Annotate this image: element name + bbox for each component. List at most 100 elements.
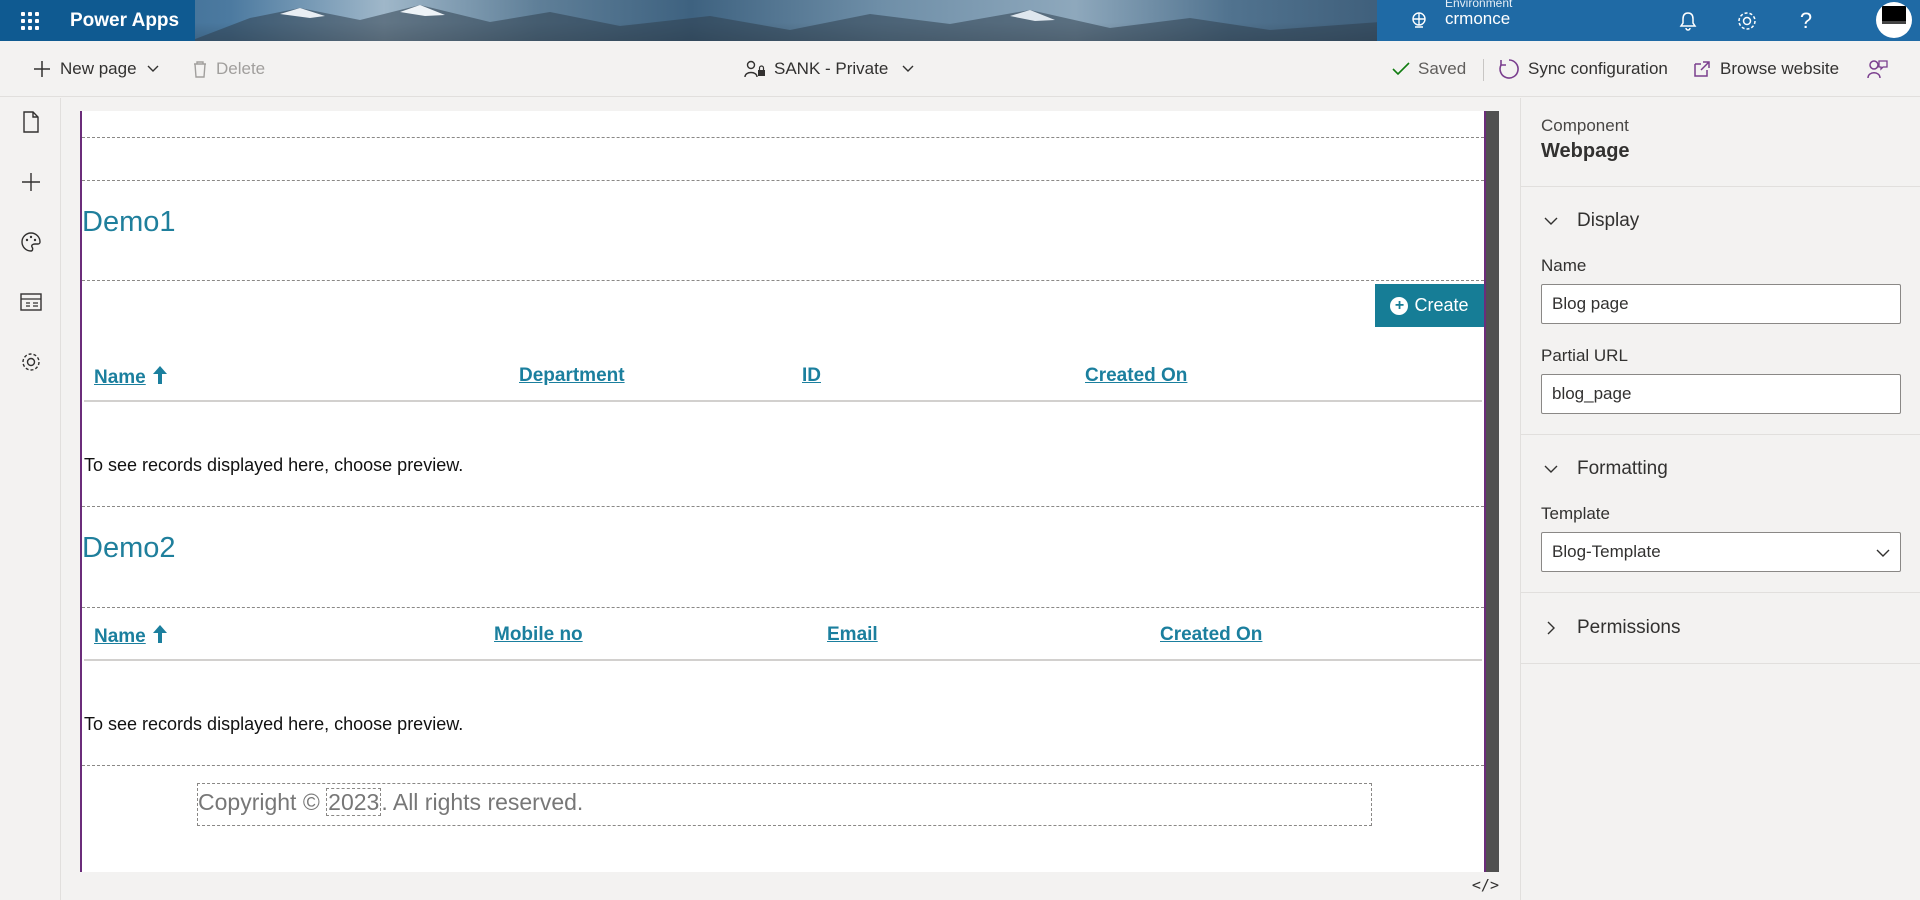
column-header-id[interactable]: ID xyxy=(802,365,821,387)
panel-separator xyxy=(1521,186,1920,187)
column-header-name[interactable]: Name xyxy=(94,624,168,650)
permissions-section-label: Permissions xyxy=(1577,617,1681,638)
new-page-button[interactable]: New page xyxy=(32,41,167,97)
environment-icon[interactable] xyxy=(1407,0,1431,41)
section-divider xyxy=(82,607,1484,608)
chevron-right-icon xyxy=(1541,621,1561,635)
name-field[interactable] xyxy=(1541,284,1901,324)
formatting-section-toggle[interactable]: Formatting xyxy=(1541,454,1668,484)
palette-icon[interactable] xyxy=(0,218,61,266)
partial-url-field[interactable] xyxy=(1541,374,1901,414)
site-visibility-dropdown[interactable]: SANK - Private xyxy=(744,41,922,97)
canvas-status-bar: </> xyxy=(62,872,1519,900)
template-label: Template xyxy=(1541,504,1610,523)
mountain-banner-image xyxy=(190,5,1380,41)
component-name: Webpage xyxy=(1541,140,1630,162)
plus-icon: + xyxy=(1390,296,1409,315)
check-icon xyxy=(1392,62,1410,76)
section-title-demo2[interactable]: Demo2 xyxy=(82,532,176,565)
sync-icon xyxy=(1498,58,1520,80)
chevron-down-icon xyxy=(1876,545,1890,563)
plus-icon xyxy=(32,59,52,79)
sort-up-icon xyxy=(152,624,168,650)
chevron-down-icon xyxy=(1541,217,1561,226)
left-rail xyxy=(0,98,61,900)
feedback-button[interactable] xyxy=(1866,41,1896,97)
column-header-created-on[interactable]: Created On xyxy=(1085,365,1187,387)
gear-icon[interactable] xyxy=(1727,0,1767,41)
panel-separator xyxy=(1521,434,1920,435)
table-header-rule xyxy=(84,400,1482,402)
component-kind: Component xyxy=(1541,116,1629,135)
column-header-label: Name xyxy=(94,626,146,647)
section-title-demo1[interactable]: Demo1 xyxy=(82,206,176,239)
command-divider xyxy=(1483,59,1484,81)
panel-separator xyxy=(1521,663,1920,664)
column-header-name[interactable]: Name xyxy=(94,365,168,391)
column-header-email[interactable]: Email xyxy=(827,624,878,646)
environment-name: crmonce xyxy=(1445,9,1511,28)
copyright-prefix: Copyright © xyxy=(198,789,320,815)
column-header-department[interactable]: Department xyxy=(519,365,625,387)
copyright-text: Copyright © 2023. All rights reserved. xyxy=(198,788,584,816)
trash-icon xyxy=(192,59,208,79)
saved-label: Saved xyxy=(1418,59,1467,78)
copyright-suffix: . All rights reserved. xyxy=(381,789,584,815)
section-divider xyxy=(82,137,1484,138)
create-button[interactable]: + Create xyxy=(1375,284,1484,327)
chevron-down-icon xyxy=(147,65,159,73)
waffle-icon[interactable] xyxy=(0,0,60,41)
permissions-section-toggle[interactable]: Permissions xyxy=(1541,613,1680,643)
bell-icon[interactable] xyxy=(1668,0,1708,41)
browse-label: Browse website xyxy=(1720,59,1840,78)
empty-records-message: To see records displayed here, choose pr… xyxy=(84,714,464,734)
column-header-created-on[interactable]: Created On xyxy=(1160,624,1262,646)
delete-label: Delete xyxy=(216,59,266,78)
column-header-label: Name xyxy=(94,367,146,388)
feedback-icon xyxy=(1866,58,1888,80)
canvas-scrollbar[interactable] xyxy=(1486,111,1499,872)
page-canvas: Demo1 + Create Name Department ID Create… xyxy=(80,111,1486,874)
delete-button[interactable]: Delete xyxy=(192,41,265,97)
help-icon[interactable]: ? xyxy=(1786,0,1826,41)
name-label: Name xyxy=(1541,256,1587,275)
template-value: Blog-Template xyxy=(1552,542,1661,561)
site-visibility-icon xyxy=(744,59,766,79)
display-section-label: Display xyxy=(1577,210,1640,231)
data-icon[interactable] xyxy=(0,278,61,326)
section-divider xyxy=(82,765,1484,766)
template-select[interactable]: Blog-Template xyxy=(1541,532,1901,572)
properties-panel: Component Webpage Display Name Partial U… xyxy=(1520,98,1920,900)
copyright-year[interactable]: 2023 xyxy=(326,788,382,816)
browse-website-button[interactable]: Browse website xyxy=(1692,41,1839,97)
header-brand-area: Power Apps xyxy=(0,0,195,41)
command-bar: New page Delete SANK - Private Saved Syn… xyxy=(0,41,1920,97)
column-header-mobile-no[interactable]: Mobile no xyxy=(494,624,583,646)
avatar[interactable] xyxy=(1876,2,1912,38)
app-title[interactable]: Power Apps xyxy=(70,10,179,32)
section-divider xyxy=(82,506,1484,507)
site-name: SANK - Private xyxy=(774,59,889,78)
environment-picker[interactable]: Environment crmonce xyxy=(1445,0,1645,41)
create-label: Create xyxy=(1414,295,1469,315)
add-icon[interactable] xyxy=(0,158,61,206)
new-page-label: New page xyxy=(60,59,137,78)
section-divider xyxy=(82,180,1484,181)
saved-status: Saved xyxy=(1392,41,1466,97)
footer-copyright[interactable]: Copyright © 2023. All rights reserved. xyxy=(197,783,1372,826)
display-section-toggle[interactable]: Display xyxy=(1541,206,1639,236)
chevron-down-icon xyxy=(1541,465,1561,474)
section-divider xyxy=(82,280,1484,281)
formatting-section-label: Formatting xyxy=(1577,458,1668,479)
sync-configuration-button[interactable]: Sync configuration xyxy=(1498,41,1668,97)
pages-icon[interactable] xyxy=(0,98,61,146)
partial-url-label: Partial URL xyxy=(1541,346,1628,365)
code-view-toggle[interactable]: </> xyxy=(1472,876,1499,894)
panel-separator xyxy=(1521,592,1920,593)
settings-icon[interactable] xyxy=(0,338,61,386)
header-actions: Environment crmonce ? xyxy=(1377,0,1920,41)
sync-label: Sync configuration xyxy=(1528,59,1668,78)
sort-up-icon xyxy=(152,365,168,391)
open-external-icon xyxy=(1692,59,1712,79)
app-header: Power Apps Environment crmonce ? xyxy=(0,0,1920,41)
